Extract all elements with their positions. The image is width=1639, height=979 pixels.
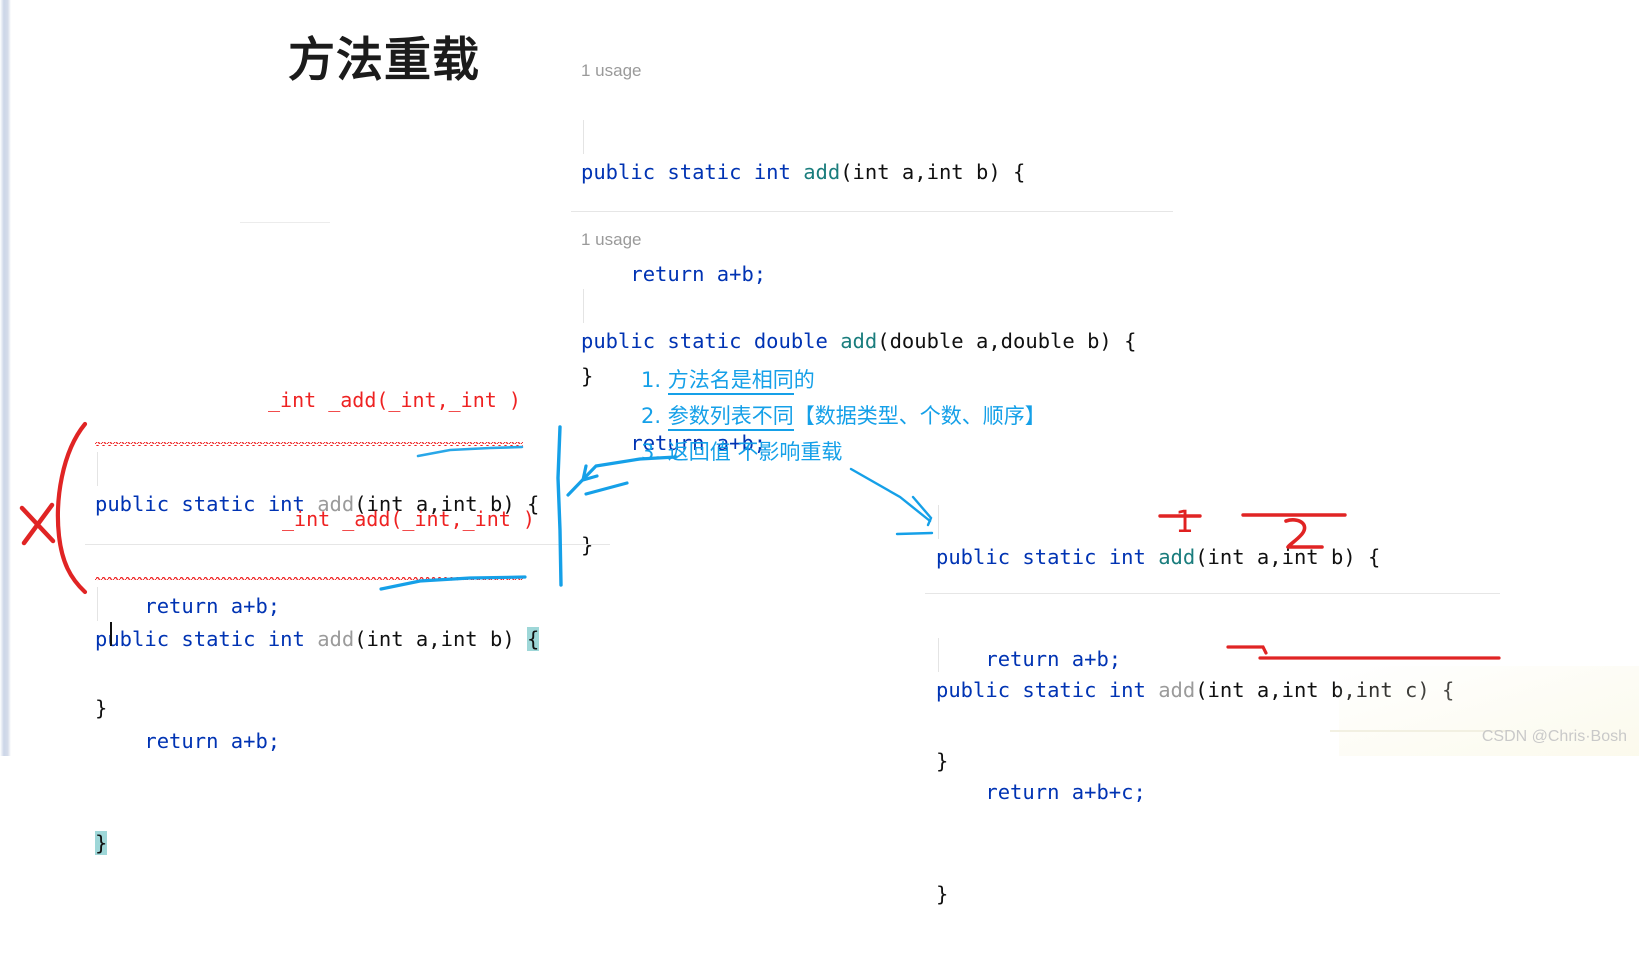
keyword-static: static [1022, 678, 1097, 702]
keyword-static: static [181, 492, 256, 516]
pen-mark-one: 1 [1175, 505, 1194, 540]
method-name: add [317, 627, 355, 651]
usage-label-top2: 1 usage [581, 230, 642, 249]
slide-canvas: 方法重载 1 usage public static int add(int a… [0, 0, 1639, 906]
annotation-number: 3. [641, 440, 662, 464]
red-signature-label-2: _int _add(_int,_int ) [282, 507, 535, 531]
code-block-right2: public static int add(int a,int b,int c)… [936, 605, 1454, 979]
code-block-left2: public static int add(int a,int b) { ret… [95, 554, 540, 928]
code-line: return a+b; [95, 729, 281, 753]
method-params: (int a,int b) { [840, 160, 1026, 184]
annotation-item-3: 3. 返回值 不影响重载 [641, 434, 1046, 470]
annotation-rest-text: 的 [793, 368, 815, 392]
method-name: add [1158, 678, 1196, 702]
keyword-public: public [95, 492, 170, 516]
page-title: 方法重载 [288, 33, 480, 88]
cyan-vertical-bracket [556, 425, 563, 587]
red-x-mark [19, 502, 56, 546]
code-line: } [95, 826, 539, 860]
code-gutter-left2 [97, 587, 98, 621]
code-gutter-top1 [583, 120, 584, 154]
annotation-number: 1. [641, 368, 662, 392]
annotation-rest-text: 【数据类型、个数、顺序】 [793, 404, 1046, 428]
code-gutter-right2 [938, 638, 939, 672]
return-type: int [267, 627, 305, 651]
matched-brace-open: { [527, 627, 540, 651]
code-divider-1 [571, 211, 1173, 212]
matched-brace-close: } [95, 831, 108, 855]
code-line: public static int add(int a,int b) { [936, 540, 1380, 574]
keyword-static: static [667, 329, 742, 353]
code-gutter-left1 [97, 452, 98, 486]
code-line: public static int add(int a,int b) { [581, 155, 1025, 189]
return-type: double [753, 329, 828, 353]
usage-label-top1: 1 usage [581, 61, 642, 80]
annotation-underlined-text: 参数列表不同 [667, 404, 794, 431]
keyword-public: public [581, 329, 656, 353]
code-line: public static int add(int a,int b) { [95, 622, 540, 656]
annotation-item-2: 2. 参数列表不同【数据类型、个数、顺序】 [641, 398, 1046, 434]
code-line: } [936, 882, 949, 906]
keyword-public: public [936, 545, 1011, 569]
code-line: return a+b+c; [936, 780, 1146, 804]
red-grouping-bracket [55, 421, 88, 595]
code-divider-3 [925, 593, 1500, 594]
keyword-static: static [181, 627, 256, 651]
red-signature-label-1: _int _add(_int,_int ) [268, 388, 521, 412]
keyword-static: static [1022, 545, 1097, 569]
method-name: add [803, 160, 841, 184]
watermark: CSDN @Chris·Bosh [1481, 728, 1627, 745]
title-underline-divider [240, 222, 330, 223]
method-params: (double a,double b) { [877, 329, 1137, 353]
method-name: add [1158, 545, 1196, 569]
keyword-public: public [581, 160, 656, 184]
keyword-public: public [95, 627, 170, 651]
annotation-text: 返回值 不影响重载 [667, 440, 843, 464]
left-edge-strip [0, 0, 11, 756]
method-name: add [840, 329, 878, 353]
code-line: public static double add(double a,double… [581, 324, 1136, 358]
return-type: int [1108, 678, 1146, 702]
method-params: (int a,int b) { [1195, 545, 1381, 569]
code-gutter-top2 [583, 289, 584, 323]
keyword-public: public [936, 678, 1011, 702]
code-divider-2 [85, 544, 610, 545]
text-caret [110, 622, 112, 646]
return-type: int [753, 160, 791, 184]
annotation-item-1: 1. 方法名是相同的 [641, 362, 1046, 398]
code-gutter-right1 [938, 505, 939, 539]
return-type: int [1108, 545, 1146, 569]
annotation-number: 2. [641, 404, 662, 428]
keyword-static: static [667, 160, 742, 184]
annotation-underlined-text: 方法名是相同 [667, 368, 794, 395]
method-params: (int a,int b) [354, 627, 528, 651]
annotation-list: 1. 方法名是相同的 2. 参数列表不同【数据类型、个数、顺序】 3. 返回值 … [641, 362, 1046, 470]
